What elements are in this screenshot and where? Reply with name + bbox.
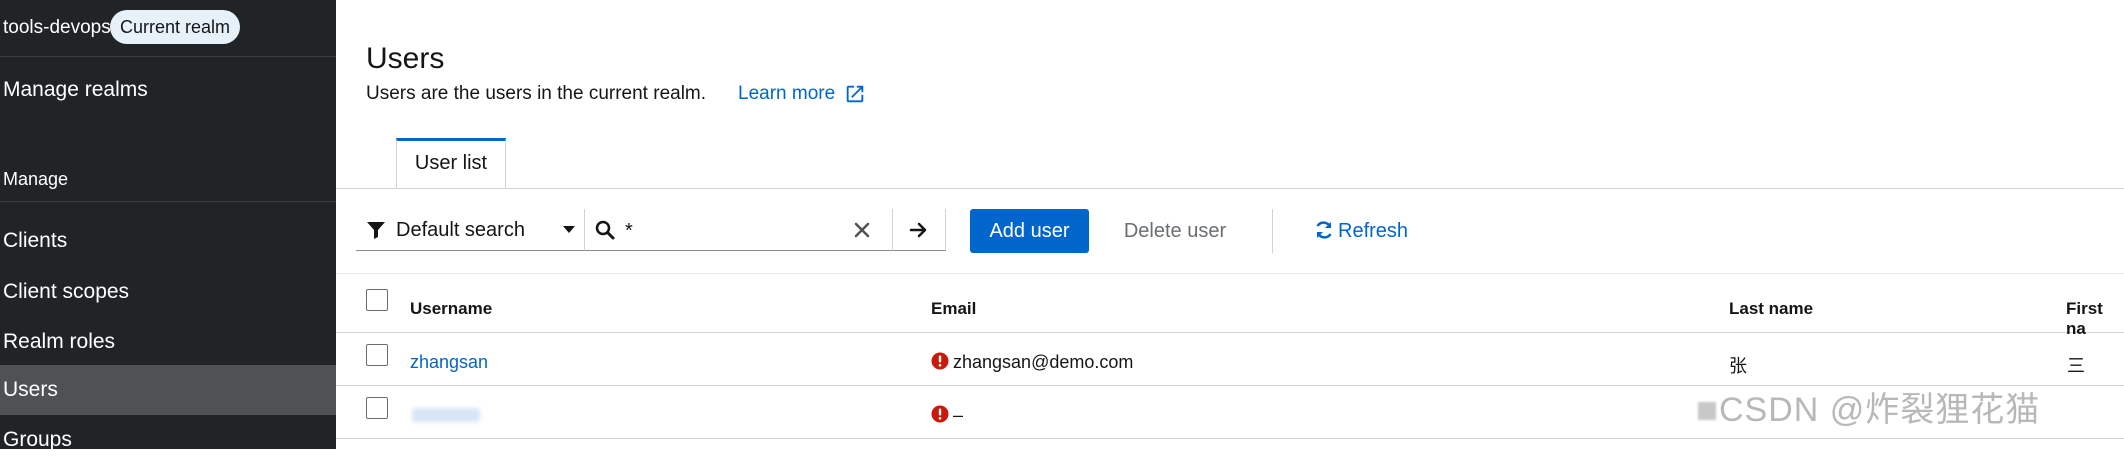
arrow-right-icon [909,222,927,238]
row-checkbox[interactable] [366,344,388,366]
search-input[interactable] [623,216,847,246]
main-content: Users Users are the users in the current… [336,0,2124,449]
tab-user-list[interactable]: User list [396,138,506,188]
first-name-cell: 三 [2067,356,2085,376]
learn-more-link[interactable]: Learn more [738,83,835,105]
table-header: Username Email Last name First na [336,284,2124,338]
clear-search-icon[interactable] [853,221,871,239]
sidebar-item-realm-roles[interactable]: Realm roles [0,318,336,366]
select-all-checkbox[interactable] [366,289,388,311]
search-box [584,209,894,251]
toolbar-divider [1272,209,1273,253]
search-icon [595,220,615,240]
refresh-icon [1316,221,1332,239]
search-submit-button[interactable] [892,209,946,251]
realm-selector[interactable]: tools-devops Current realm [0,0,336,57]
exclamation-circle-icon [931,405,949,423]
add-user-button[interactable]: Add user [970,209,1089,253]
watermark: CSDN @炸裂狸花猫 [1719,391,2041,429]
search-type-label: Default search [396,219,525,241]
row-checkbox[interactable] [366,397,388,419]
table-row: zhangsan zhangsan@demo.com 张 三 [336,333,2124,386]
sidebar-item-client-scopes[interactable]: Client scopes [0,268,336,316]
refresh-button[interactable]: Refresh [1314,209,1408,253]
sidebar-item-clients[interactable]: Clients [0,217,336,265]
last-name-cell: 张 [1729,356,1747,376]
username-link[interactable]: zhangsan [410,352,488,373]
sidebar: tools-devops Current realm Manage realms… [0,0,336,451]
manage-realms-link[interactable]: Manage realms [3,78,148,102]
email-cell: – [953,405,964,425]
filter-icon [367,222,385,239]
toolbar-separator [336,273,2124,274]
column-header-last-name[interactable]: Last name [1729,299,1813,319]
nav-divider [0,201,336,202]
username-redacted[interactable] [412,408,480,422]
search-type-dropdown[interactable]: Default search [356,209,586,251]
sidebar-item-users[interactable]: Users [0,365,336,415]
exclamation-circle-icon [931,352,949,370]
nav-section-title: Manage [3,169,69,189]
email-cell: zhangsan@demo.com [953,352,1134,372]
watermark-logo [1698,402,1716,420]
page-description: Users are the users in the current realm… [366,83,707,104]
tab-bar: User list [336,136,2124,189]
delete-user-button[interactable]: Delete user [1110,209,1240,253]
page-title: Users [366,42,445,75]
column-header-username[interactable]: Username [410,299,492,319]
realm-name[interactable]: tools-devops [3,17,111,39]
chevron-down-icon [563,226,575,233]
current-realm-badge: Current realm [110,10,241,44]
column-header-email[interactable]: Email [931,299,976,319]
refresh-label: Refresh [1338,220,1409,242]
sidebar-item-groups[interactable]: Groups [0,416,336,464]
external-link-icon[interactable] [844,83,866,105]
